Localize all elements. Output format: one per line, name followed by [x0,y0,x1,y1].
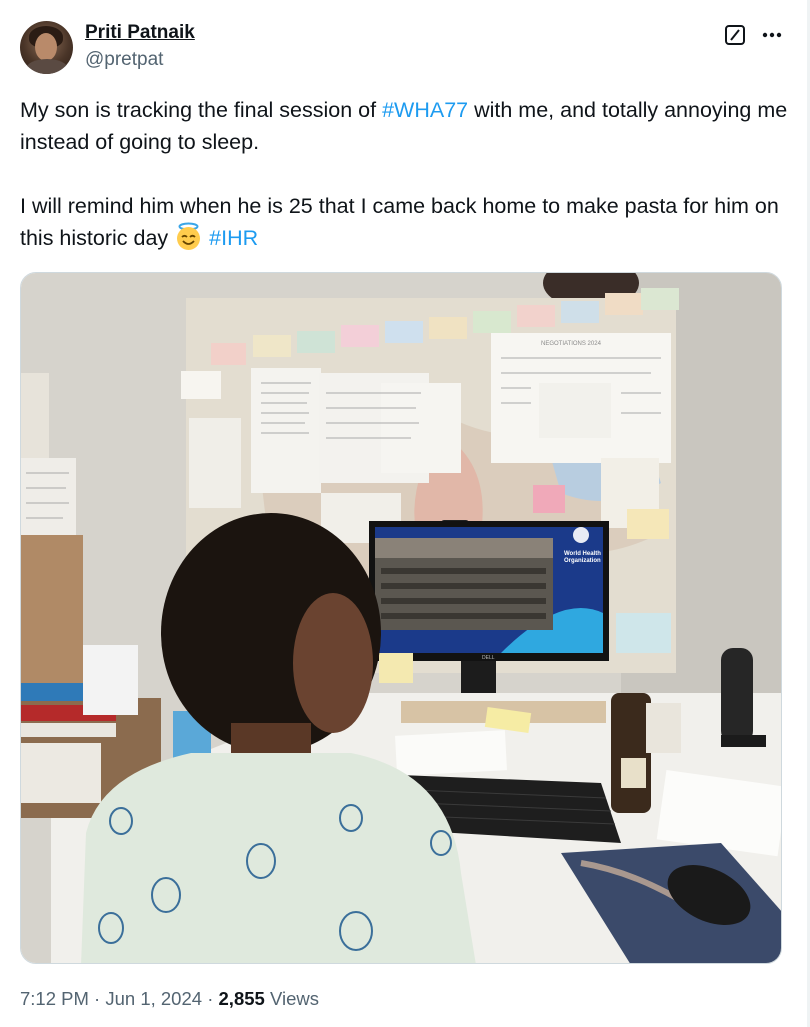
screen-logo-line1: World Health [564,551,601,557]
who-logo-icon [573,527,589,543]
tweet-photo[interactable]: NEGOTIATIONS 2024 World Health Organizat… [20,272,782,964]
tweet-metadata: 7:12 PM · Jun 1, 2024 · 2,855 Views [20,988,319,1010]
avatar-body [26,59,68,74]
author-handle[interactable]: @pretpat [85,49,163,71]
tweet-timestamp[interactable]: 7:12 PM · Jun 1, 2024 [20,988,202,1009]
tweet-time: 7:12 PM [20,988,89,1009]
views-count: 2,855 [218,988,265,1009]
smiling-face-with-halo-icon [174,222,203,251]
tweet-date: Jun 1, 2024 [105,988,203,1009]
tweet-text-part1: My son is tracking the final session of [20,98,383,122]
hashtag-link-wha77[interactable]: #WHA77 [382,98,468,122]
grok-icon[interactable] [724,24,746,46]
bottle [611,693,651,813]
avatar-face [35,33,57,61]
screen-logo-line2: Organization [564,558,601,564]
views-label: Views [264,988,319,1009]
meta-separator: · [202,988,219,1009]
notes-header: NEGOTIATIONS 2024 [541,341,602,347]
hashtag-link-ihr[interactable]: #IHR [209,226,258,250]
avatar[interactable] [20,21,73,74]
monitor-brand: DELL [482,655,495,661]
more-options-icon[interactable] [759,22,785,48]
microphone [721,648,753,743]
meta-separator: · [88,988,106,1009]
tweet-text: My son is tracking the final session of … [20,94,790,254]
author-display-name[interactable]: Priti Patnaik [85,22,195,44]
